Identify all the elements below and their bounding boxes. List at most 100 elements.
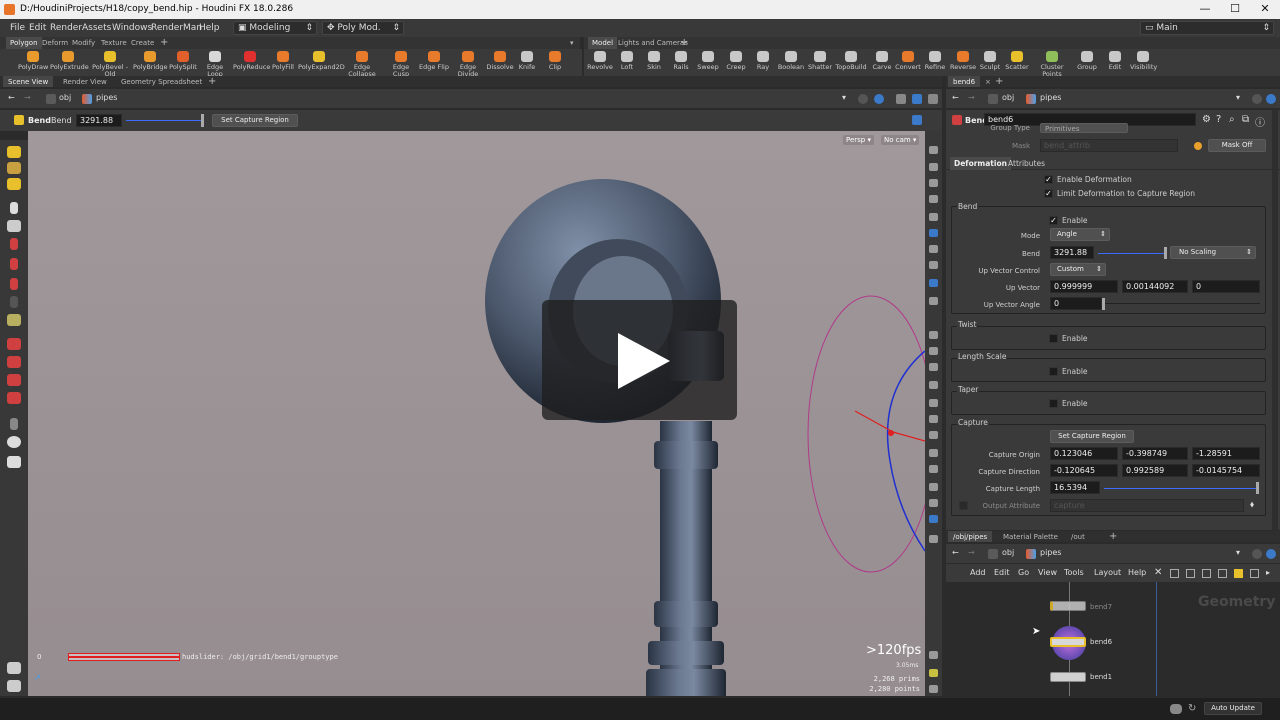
desktop-dropdown[interactable]: ▣ Modeling ⇕	[233, 21, 317, 35]
add-shelf-tab-icon[interactable]: +	[676, 37, 692, 49]
operation-options-icon[interactable]	[912, 115, 922, 125]
menu-renderman[interactable]: RenderMan	[151, 23, 202, 33]
link-icon[interactable]	[1266, 549, 1276, 559]
bend-slider-handle[interactable]	[1164, 247, 1167, 259]
display-icon-22[interactable]	[929, 515, 938, 523]
shelf-tab-polygon[interactable]: Polygon	[6, 37, 42, 49]
display-icon[interactable]	[912, 94, 922, 104]
wrench-icon[interactable]: ✕	[1154, 567, 1162, 578]
polybridge-tool[interactable]: PolyBridge	[133, 51, 168, 71]
transform-icon[interactable]	[10, 296, 18, 308]
main-dropdown[interactable]: ▭ Main ⇕	[1140, 21, 1274, 35]
scale-tool-icon[interactable]	[10, 278, 18, 290]
pin-icon[interactable]	[1252, 94, 1262, 104]
bend-angle-slider[interactable]	[1098, 253, 1164, 254]
polymod-dropdown[interactable]: ✥ Poly Mod. ⇕	[322, 21, 404, 35]
back-arrow-icon[interactable]: ←	[8, 93, 15, 102]
up-vector-control-menu[interactable]: Custom ⇕	[1050, 263, 1106, 276]
length-scale-enable-checkbox[interactable]	[1049, 367, 1058, 376]
edit-tool[interactable]: Edit	[1104, 51, 1126, 71]
up-vector-z[interactable]: 0	[1192, 280, 1260, 293]
up-vector-x[interactable]: 0.999999	[1050, 280, 1118, 293]
edge-loop-tool[interactable]: Edge Loop	[199, 51, 231, 78]
capture-origin-z[interactable]: -1.28591	[1192, 447, 1260, 460]
tab-scene-view[interactable]: Scene View	[3, 76, 54, 87]
capture-length-slider[interactable]	[1104, 488, 1256, 489]
mask-field[interactable]: bend_attrib	[1040, 139, 1178, 152]
network-editor[interactable]: Geometry bend7 bend6 bend1 ➤	[946, 582, 1280, 696]
display-icon-9[interactable]	[929, 279, 938, 287]
shelf-tab-create[interactable]: Create	[127, 37, 158, 49]
back-arrow-icon[interactable]: ←	[952, 548, 959, 557]
param-scrollbar[interactable]	[1272, 110, 1278, 530]
reverse-tool[interactable]: Reverse	[950, 51, 976, 71]
forward-arrow-icon[interactable]: →	[24, 93, 31, 102]
forward-arrow-icon[interactable]: →	[968, 93, 975, 102]
link-icon[interactable]	[1266, 94, 1276, 104]
play-icon[interactable]	[616, 333, 672, 389]
chat-icon[interactable]	[1170, 704, 1182, 714]
net-menu-help[interactable]: Help	[1128, 568, 1146, 577]
capture-origin-x[interactable]: 0.123046	[1050, 447, 1118, 460]
convert-tool[interactable]: Convert	[895, 51, 921, 71]
gear-icon[interactable]: ⚙	[1202, 114, 1211, 125]
twist-enable-checkbox[interactable]	[1049, 334, 1058, 343]
scaling-menu[interactable]: No Scaling ⇕	[1170, 246, 1256, 259]
snap-tool-icon[interactable]	[7, 314, 21, 326]
mode-menu[interactable]: Angle ⇕	[1050, 228, 1110, 241]
display-icon-24[interactable]	[929, 651, 938, 659]
cluster-points-tool[interactable]: Cluster Points	[1033, 51, 1071, 78]
polyfill-tool[interactable]: PolyFill	[269, 51, 297, 71]
knife-tool[interactable]: Knife	[516, 51, 538, 71]
shatter-tool[interactable]: Shatter	[807, 51, 833, 71]
back-arrow-icon[interactable]: ←	[952, 93, 959, 102]
network-box-icon[interactable]	[1250, 569, 1259, 578]
display-icon-19[interactable]	[929, 465, 938, 473]
display-icon-2[interactable]	[929, 163, 938, 171]
tab-bend6[interactable]: bend6	[948, 76, 981, 87]
link-params-icon[interactable]: ⧉	[1242, 114, 1249, 125]
capture-length-handle[interactable]	[1256, 482, 1259, 494]
boolean-tool[interactable]: Boolean	[776, 51, 806, 71]
mask-color-icon[interactable]	[1194, 142, 1202, 150]
taper-enable-checkbox[interactable]	[1049, 399, 1058, 408]
dissolve-tool[interactable]: Dissolve	[486, 51, 514, 71]
list-view-icon[interactable]	[1186, 569, 1195, 578]
net-menu-edit[interactable]: Edit	[994, 568, 1010, 577]
network-path-pipes[interactable]: pipes	[1040, 548, 1061, 557]
hud-slider[interactable]	[68, 653, 180, 661]
slider-handle[interactable]	[201, 114, 204, 127]
link-icon[interactable]	[874, 94, 884, 104]
select-arrow-icon[interactable]	[10, 202, 18, 214]
tab-render-view[interactable]: Render View	[58, 76, 112, 87]
sculpt-tool[interactable]: Sculpt	[979, 51, 1001, 71]
bend-handle-icon[interactable]	[7, 146, 21, 158]
tab-obj-pipes[interactable]: /obj/pipes	[948, 531, 993, 542]
add-tab-icon[interactable]: +	[992, 76, 1006, 87]
sticky-note-icon[interactable]	[1234, 569, 1243, 578]
param-path-pipes[interactable]: pipes	[1040, 93, 1061, 102]
add-tab-icon[interactable]: +	[205, 76, 219, 87]
edge-cusp-tool[interactable]: Edge Cusp	[385, 51, 417, 78]
display-icon-25[interactable]	[929, 669, 938, 677]
cam-menu[interactable]: No cam ▾	[881, 135, 920, 145]
shelf-tab-texture[interactable]: Texture	[97, 37, 131, 49]
display-icon-26[interactable]	[929, 685, 938, 693]
polyreduce-tool[interactable]: PolyReduce	[233, 51, 270, 71]
topobuild-tool[interactable]: TopoBuild	[834, 51, 868, 71]
path-dropdown-icon[interactable]: ▾	[1236, 93, 1240, 102]
display-icon-7[interactable]	[929, 245, 938, 253]
skin-tool[interactable]: Skin	[642, 51, 666, 71]
up-vector-y[interactable]: 0.00144092	[1122, 280, 1188, 293]
refine-tool[interactable]: Refine	[924, 51, 946, 71]
menu-edit[interactable]: Edit	[29, 23, 46, 33]
polysplit-tool[interactable]: PolySplit	[168, 51, 198, 71]
viewer-capture-button[interactable]: Set Capture Region	[212, 114, 298, 127]
lock-icon[interactable]	[7, 220, 21, 232]
path-dropdown-icon[interactable]: ▾	[842, 93, 846, 102]
snap-grid-icon[interactable]	[7, 356, 21, 368]
ray-tool[interactable]: Ray	[754, 51, 772, 71]
tab-deformation[interactable]: Deformation	[950, 157, 1011, 170]
pin-param-icon[interactable]: ⬧	[1250, 500, 1254, 510]
net-menu-tools[interactable]: Tools	[1064, 568, 1084, 577]
